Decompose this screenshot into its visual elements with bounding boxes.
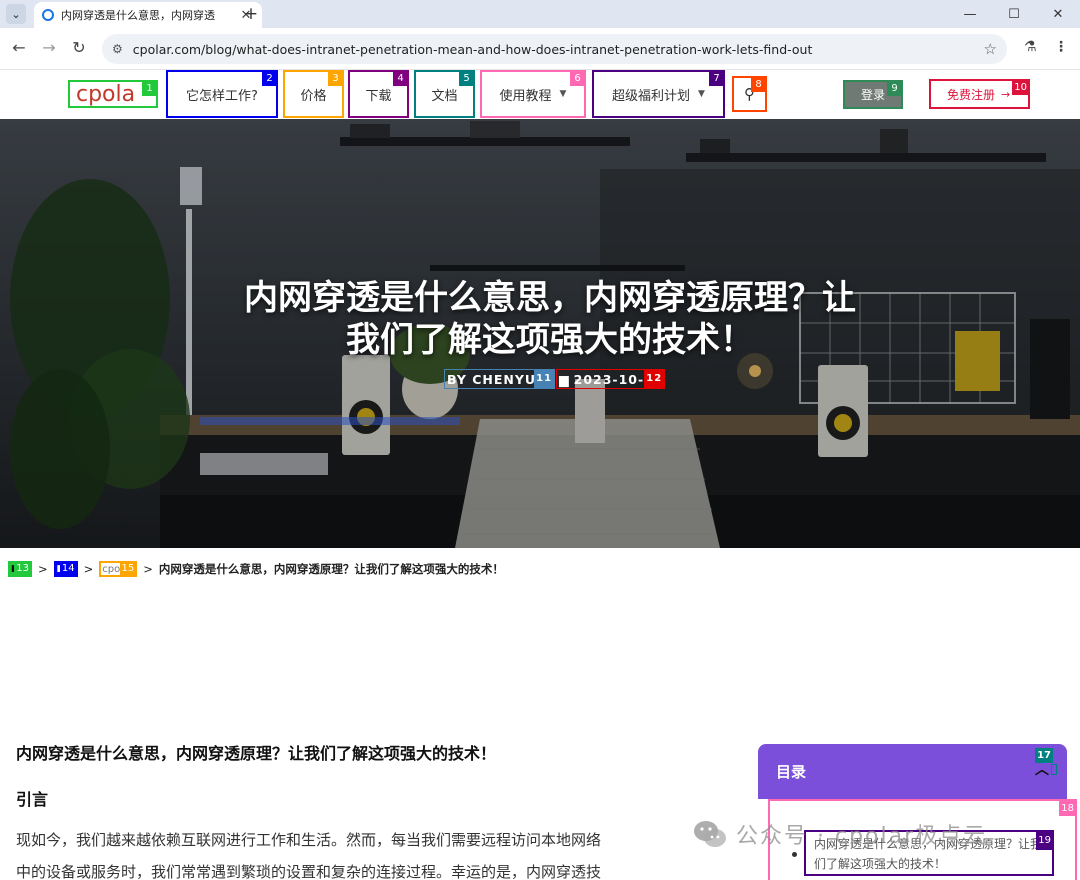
section-heading-intro: 引言: [16, 790, 49, 809]
marker-12: 12: [644, 370, 665, 388]
toc-item-1[interactable]: 内网穿透是什么意思，内网穿透原理？让我 们了解这项强大的技术！ 19: [804, 830, 1054, 876]
nav-download[interactable]: 下载 4: [348, 70, 409, 118]
register-button[interactable]: 免费注册 → 10: [929, 79, 1030, 109]
arrow-right-icon: →: [1001, 87, 1011, 101]
close-window-button[interactable]: ✕: [1036, 0, 1080, 28]
breadcrumb-home[interactable]: ▮ 13: [8, 561, 32, 577]
marker-13: 13: [14, 562, 31, 576]
nav-price-label: 价格: [300, 88, 327, 104]
nav-how-label: 它怎样工作?: [186, 88, 258, 104]
toc-header[interactable]: 目录 ︿ 17: [758, 744, 1067, 799]
address-bar-url[interactable]: cpolar.com/blog/what-does-intranet-penet…: [133, 42, 984, 57]
marker-17: 17: [1035, 748, 1053, 763]
nav-docs-label: 文档: [431, 88, 458, 104]
toc-item-line: 内网穿透是什么意思，内网穿透原理？让我: [814, 837, 1043, 851]
marker-7: 7: [709, 71, 724, 86]
chevron-down-icon: ▼: [559, 89, 567, 99]
nav-tutorials-label: 使用教程: [499, 88, 552, 104]
marker-10: 10: [1012, 80, 1029, 95]
browser-toolbar: ← → ↻ ⚙ cpolar.com/blog/what-does-intran…: [0, 28, 1080, 70]
post-author: BY CHENYU: [447, 371, 537, 387]
table-of-contents: 目录 ︿ 17 18 内网穿透是什么意思，内网穿透原理？让我 们了解这项强大的技…: [758, 744, 1077, 880]
post-date: 2023-10-: [573, 371, 645, 387]
browser-tab-bar: ⌄ 内网穿透是什么意思，内网穿透 ✕ + — ☐ ✕: [0, 0, 1080, 28]
article-content: 内网穿透是什么意思，内网穿透原理？让我们了解这项强大的技术！ 引言 现如今，我们…: [16, 740, 636, 880]
bookmark-star-icon[interactable]: ☆: [984, 40, 997, 58]
article-title: 内网穿透是什么意思，内网穿透原理？让我们了解这项强大的技术！: [16, 744, 497, 763]
paragraph-line: 中的设备或服务时，我们常常遇到繁琐的设置和复杂的连接过程。幸运的是，内网穿透技: [16, 863, 602, 880]
tab-search-dropdown-icon[interactable]: ⌄: [6, 4, 26, 24]
breadcrumb-current: 内网穿透是什么意思，内网穿透原理？让我们了解这项强大的技术！: [158, 562, 504, 576]
marker-3: 3: [328, 71, 343, 86]
labs-flask-icon[interactable]: ⚗: [1024, 39, 1037, 55]
marker-19: 19: [1036, 832, 1053, 850]
register-label: 免费注册: [947, 87, 996, 102]
site-info-icon[interactable]: ⚙: [112, 42, 123, 56]
breadcrumb-separator: >: [83, 562, 94, 576]
login-label: 登录: [860, 88, 885, 102]
forward-arrow-icon[interactable]: →: [38, 38, 60, 57]
nav-pricing[interactable]: 价格 3: [283, 70, 344, 118]
marker-2: 2: [262, 71, 277, 86]
chevron-down-icon: ▼: [698, 89, 705, 99]
post-date-link[interactable]: ▆ 2023-10- 12: [556, 369, 666, 389]
post-author-link[interactable]: BY CHENYU 11: [444, 369, 556, 389]
reload-icon[interactable]: ↻: [68, 38, 90, 57]
breadcrumb-category[interactable]: cpo 15: [99, 561, 138, 577]
maximize-button[interactable]: ☐: [992, 0, 1036, 28]
marker-14: 14: [59, 562, 77, 576]
toggle-checkbox[interactable]: [1051, 763, 1057, 775]
tab-favicon-icon: [42, 9, 54, 21]
article-paragraph: 现如今，我们越来越依赖互联网进行工作和生活。然而，每当我们需要远程访问本地网络 …: [16, 824, 636, 880]
toc-bullet: [792, 852, 797, 857]
marker-4: 4: [393, 71, 408, 86]
marker-8: 8: [751, 77, 766, 92]
hero-banner: 内网穿透是什么意思，内网穿透原理？让我们了解这项强大的技术！ BY CHENYU…: [0, 119, 1080, 548]
nav-tutorials[interactable]: 使用教程 ▼ 6: [480, 70, 586, 118]
marker-18: 18: [1059, 801, 1076, 816]
marker-6: 6: [570, 71, 585, 86]
nav-download-label: 下载: [365, 88, 392, 104]
wechat-icon: [694, 821, 726, 847]
toc-toggle-button[interactable]: ︿ 17: [1035, 748, 1057, 780]
breadcrumb-separator: >: [143, 562, 153, 576]
nav-docs[interactable]: 文档 5: [414, 70, 475, 118]
calendar-icon: ▆: [559, 371, 570, 387]
logo-text: cpola: [76, 81, 136, 107]
minimize-button[interactable]: —: [948, 0, 992, 28]
search-button[interactable]: ⚲ 8: [732, 76, 767, 112]
breadcrumb-category-label: cpo: [102, 563, 121, 575]
marker-1: 1: [142, 81, 157, 96]
marker-9: 9: [887, 81, 902, 96]
new-tab-button[interactable]: +: [241, 4, 261, 24]
cpolar-logo[interactable]: cpola 1: [68, 80, 158, 108]
nav-how-it-works[interactable]: 它怎样工作? 2: [166, 70, 278, 118]
toc-item-line: 们了解这项强大的技术！: [814, 857, 947, 871]
address-bar[interactable]: ⚙ cpolar.com/blog/what-does-intranet-pen…: [102, 34, 1007, 64]
marker-15: 15: [119, 562, 137, 576]
menu-kebab-icon[interactable]: ⋮: [1054, 39, 1068, 55]
breadcrumb: ▮ 13 > ▮ 14 > cpo 15 > 内网穿透是什么意思，内网穿透原理？…: [8, 560, 504, 578]
hero-title: 内网穿透是什么意思，内网穿透原理？让我们了解这项强大的技术！: [244, 278, 856, 360]
login-button[interactable]: 登录 9: [843, 80, 903, 109]
breadcrumb-blog[interactable]: ▮ 14: [53, 561, 78, 577]
window-controls: — ☐ ✕: [948, 0, 1080, 28]
paragraph-line: 现如今，我们越来越依赖互联网进行工作和生活。然而，每当我们需要远程访问本地网络: [16, 831, 602, 849]
breadcrumb-separator: >: [38, 562, 48, 576]
marker-5: 5: [459, 71, 474, 86]
tab-title: 内网穿透是什么意思，内网穿透: [61, 9, 215, 22]
marker-11: 11: [534, 370, 555, 388]
toc-title: 目录: [776, 763, 807, 781]
browser-tab-active[interactable]: 内网穿透是什么意思，内网穿透 ✕: [34, 2, 262, 28]
back-arrow-icon[interactable]: ←: [8, 38, 30, 57]
nav-welfare-label: 超级福利计划: [612, 88, 691, 104]
site-header: cpola 1 它怎样工作? 2 价格 3 下载 4 文档 5 使用教程 ▼ 6…: [0, 70, 1080, 119]
nav-welfare-plan[interactable]: 超级福利计划 ▼ 7: [592, 70, 725, 118]
